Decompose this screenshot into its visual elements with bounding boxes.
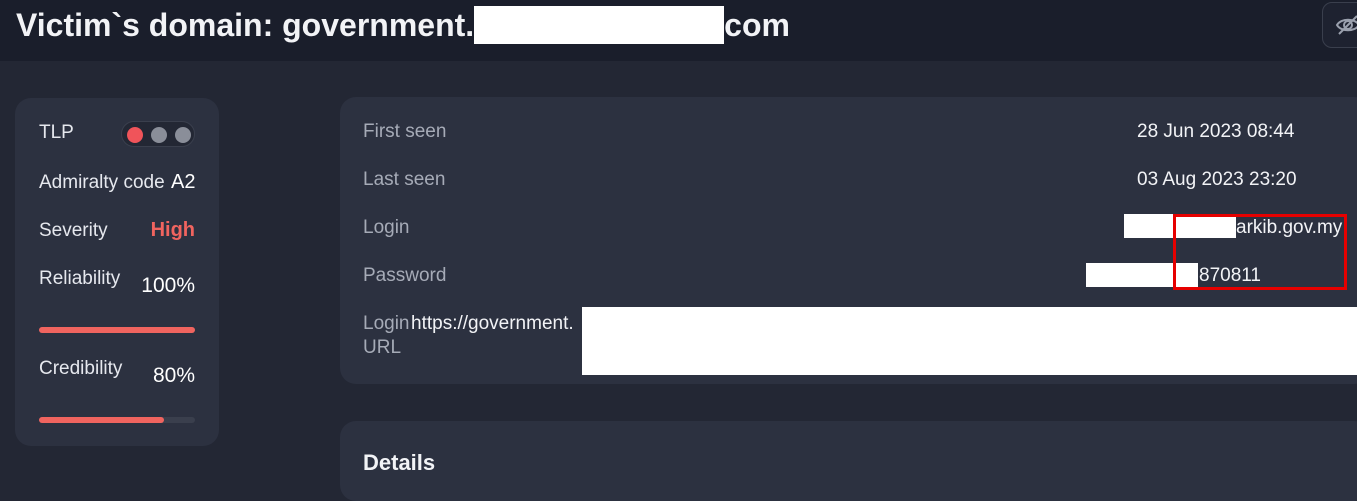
admiralty-code-label: Admiralty code [39, 172, 165, 193]
eye-off-icon [1335, 15, 1357, 35]
credibility-bar-fill [39, 417, 164, 423]
last-seen-value: 03 Aug 2023 23:20 [1137, 169, 1297, 190]
credential-card: First seen 28 Jun 2023 08:44 Last seen 0… [340, 97, 1357, 384]
tlp-dot-red [127, 127, 143, 143]
reliability-label: Reliability [39, 268, 121, 289]
credibility-label: Credibility [39, 358, 123, 379]
tlp-indicator [121, 121, 195, 147]
login-label: Login [363, 217, 410, 238]
severity-value: High [150, 219, 195, 241]
page-title: Victim`s domain: government. com [16, 6, 790, 44]
highlight-box [1173, 214, 1347, 290]
reliability-bar-fill [39, 327, 195, 333]
first-seen-label: First seen [363, 121, 447, 142]
tlp-dot-grey [175, 127, 191, 143]
page-title-prefix: Victim`s domain: government. [16, 6, 475, 43]
redaction-block [582, 307, 1357, 375]
tlp-label: TLP [39, 122, 74, 143]
toggle-visibility-button[interactable] [1322, 2, 1357, 48]
page-title-suffix: com [724, 6, 790, 43]
details-title: Details [363, 450, 436, 475]
tlp-dot-grey [151, 127, 167, 143]
reliability-value: 100% [141, 274, 195, 297]
reliability-bar [39, 327, 195, 333]
password-label: Password [363, 265, 447, 286]
severity-label: Severity [39, 220, 108, 241]
details-section: Details [340, 421, 1357, 501]
credibility-bar [39, 417, 195, 423]
login-url-label-line2: URL [363, 337, 402, 358]
first-seen-value: 28 Jun 2023 08:44 [1137, 121, 1295, 142]
last-seen-label: Last seen [363, 169, 446, 190]
login-url-value[interactable]: https://government. [411, 313, 574, 335]
page-header: Victim`s domain: government. com [0, 0, 1357, 61]
credibility-value: 80% [152, 364, 195, 387]
login-url-label: Login [363, 313, 410, 334]
redaction-block [474, 6, 725, 44]
summary-card: TLP Admiralty code A2 Severity High Reli… [15, 98, 219, 446]
admiralty-code-value: A2 [171, 171, 196, 193]
